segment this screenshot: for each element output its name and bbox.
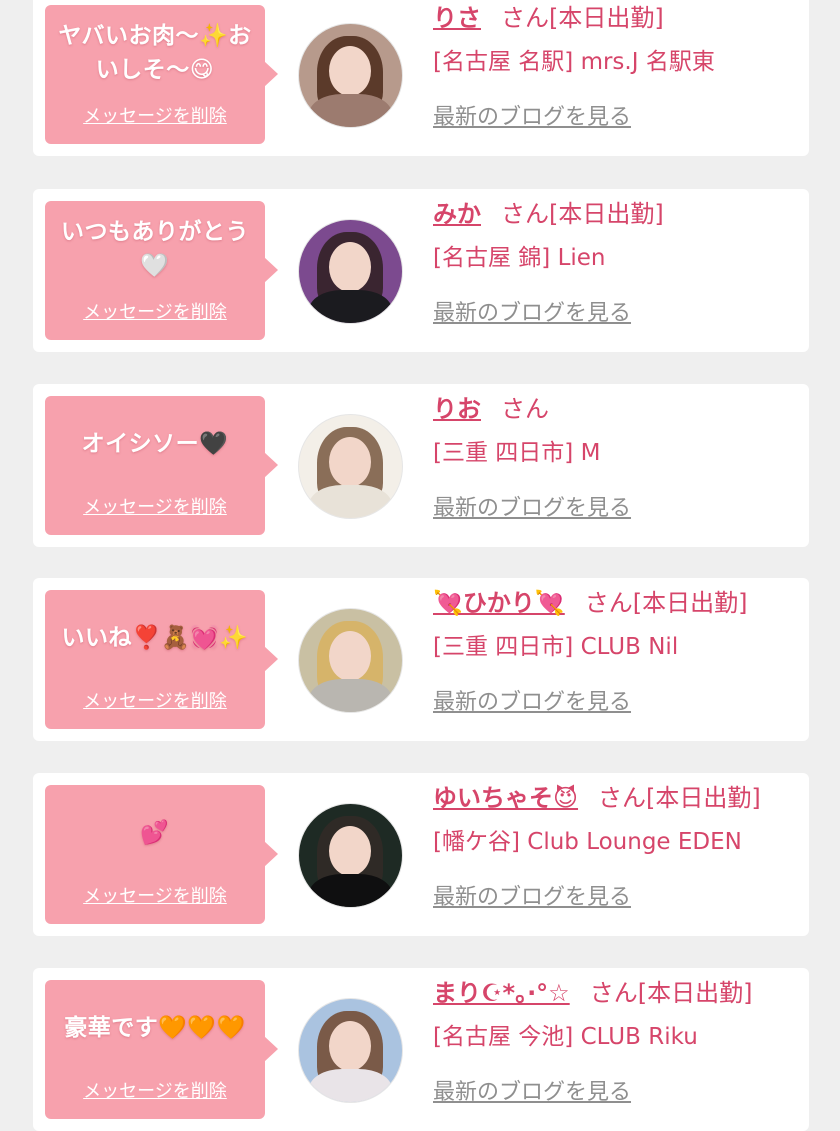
name-line: りお さん: [433, 392, 803, 426]
message-text: 豪華です🧡🧡🧡: [64, 1015, 246, 1041]
message-bubble: オイシソー🖤 メッセージを削除: [45, 396, 278, 535]
cast-info: りさ さん[本日出勤] [名古屋 名駅] mrs.J 名駅東 最新のブログを見る: [433, 1, 803, 131]
avatar-body: [309, 94, 392, 127]
cast-info: まり☪︎*。·°☆ さん[本日出勤] [名古屋 今池] CLUB Riku 最新の…: [433, 976, 803, 1106]
avatar-body: [309, 290, 392, 323]
cast-name-link[interactable]: みか: [433, 200, 481, 228]
avatar[interactable]: [298, 23, 403, 128]
shop-label: [三重 四日市] M: [433, 440, 601, 466]
list-item: いいね❣️🧸💓✨ メッセージを削除 💘ひかり💘 さん[本日出勤] [三重 四日市]…: [33, 578, 809, 741]
cast-name-link[interactable]: ゆいちゃそ😈: [433, 784, 578, 812]
name-line: みか さん[本日出勤]: [433, 197, 803, 231]
cast-status: さん[本日出勤]: [598, 784, 761, 812]
message-bubble: いいね❣️🧸💓✨ メッセージを削除: [45, 590, 278, 729]
cast-name-link[interactable]: 💘ひかり💘: [433, 589, 565, 617]
list-item: 豪華です🧡🧡🧡 メッセージを削除 まり☪︎*。·°☆ さん[本日出勤] [名古屋 …: [33, 968, 809, 1131]
delete-message-link[interactable]: メッセージを削除: [45, 493, 265, 519]
cast-name-link[interactable]: りさ: [433, 4, 481, 32]
cast-info: みか さん[本日出勤] [名古屋 錦] Lien 最新のブログを見る: [433, 197, 803, 327]
cast-info: ゆいちゃそ😈 さん[本日出勤] [幡ケ谷] Club Lounge EDEN 最新…: [433, 781, 803, 911]
delete-message-link[interactable]: メッセージを削除: [45, 1077, 265, 1103]
cast-status: さん: [501, 395, 549, 423]
avatar[interactable]: [298, 998, 403, 1103]
avatar[interactable]: [298, 219, 403, 324]
message-text: 💕: [140, 820, 170, 846]
name-line: ゆいちゃそ😈 さん[本日出勤]: [433, 781, 803, 815]
list-item: 💕 メッセージを削除 ゆいちゃそ😈 さん[本日出勤] [幡ケ谷] Club Lou…: [33, 773, 809, 936]
name-line: まり☪︎*。·°☆ さん[本日出勤]: [433, 976, 803, 1010]
cast-name-link[interactable]: りお: [433, 395, 481, 423]
cast-info: 💘ひかり💘 さん[本日出勤] [三重 四日市] CLUB Nil 最新のブログを見…: [433, 586, 803, 716]
shop-label: [幡ケ谷] Club Lounge EDEN: [433, 829, 742, 855]
delete-message-link[interactable]: メッセージを削除: [45, 687, 265, 713]
cast-status: さん[本日出勤]: [584, 589, 748, 617]
name-line: りさ さん[本日出勤]: [433, 1, 803, 35]
cast-status: さん[本日出勤]: [589, 979, 753, 1007]
latest-blog-link[interactable]: 最新のブログを見る: [433, 99, 631, 131]
shop-label: [名古屋 錦] Lien: [433, 245, 606, 271]
shop-label: [名古屋 今池] CLUB Riku: [433, 1024, 698, 1050]
cast-info: りお さん [三重 四日市] M 最新のブログを見る: [433, 392, 803, 522]
latest-blog-link[interactable]: 最新のブログを見る: [433, 295, 631, 327]
delete-message-link[interactable]: メッセージを削除: [45, 298, 265, 324]
message-bubble: ヤバいお肉〜✨おいしそ〜😋 メッセージを削除: [45, 5, 278, 144]
cast-status: さん[本日出勤]: [501, 200, 664, 228]
avatar[interactable]: [298, 608, 403, 713]
list-item: オイシソー🖤 メッセージを削除 りお さん [三重 四日市] M 最新のブログを見…: [33, 384, 809, 547]
avatar-body: [309, 874, 392, 907]
avatar-body: [309, 1069, 392, 1102]
latest-blog-link[interactable]: 最新のブログを見る: [433, 490, 631, 522]
avatar-face: [329, 826, 371, 876]
latest-blog-link[interactable]: 最新のブログを見る: [433, 1074, 631, 1106]
list-item: ヤバいお肉〜✨おいしそ〜😋 メッセージを削除 りさ さん[本日出勤] [名古屋 名…: [33, 0, 809, 156]
avatar[interactable]: [298, 414, 403, 519]
message-text: ヤバいお肉〜✨おいしそ〜😋: [58, 23, 252, 83]
avatar-body: [309, 485, 392, 518]
avatar-face: [329, 242, 371, 292]
avatar-face: [329, 46, 371, 96]
message-text: オイシソー🖤: [81, 431, 229, 457]
delete-message-link[interactable]: メッセージを削除: [45, 882, 265, 908]
message-text: いつもありがとう🤍: [61, 219, 249, 279]
avatar-body: [309, 679, 392, 712]
cast-status: さん[本日出勤]: [501, 4, 664, 32]
delete-message-link[interactable]: メッセージを削除: [45, 102, 265, 128]
latest-blog-link[interactable]: 最新のブログを見る: [433, 879, 631, 911]
shop-label: [名古屋 名駅] mrs.J 名駅東: [433, 49, 715, 75]
avatar-face: [329, 437, 371, 487]
name-line: 💘ひかり💘 さん[本日出勤]: [433, 586, 803, 620]
avatar-face: [329, 631, 371, 681]
avatar[interactable]: [298, 803, 403, 908]
latest-blog-link[interactable]: 最新のブログを見る: [433, 684, 631, 716]
message-bubble: いつもありがとう🤍 メッセージを削除: [45, 201, 278, 340]
list-item: いつもありがとう🤍 メッセージを削除 みか さん[本日出勤] [名古屋 錦] Li…: [33, 189, 809, 352]
avatar-face: [329, 1021, 371, 1071]
message-bubble: 豪華です🧡🧡🧡 メッセージを削除: [45, 980, 278, 1119]
message-bubble: 💕 メッセージを削除: [45, 785, 278, 924]
cast-name-link[interactable]: まり☪︎*。·°☆: [433, 979, 570, 1007]
shop-label: [三重 四日市] CLUB Nil: [433, 634, 679, 660]
message-text: いいね❣️🧸💓✨: [61, 625, 249, 651]
